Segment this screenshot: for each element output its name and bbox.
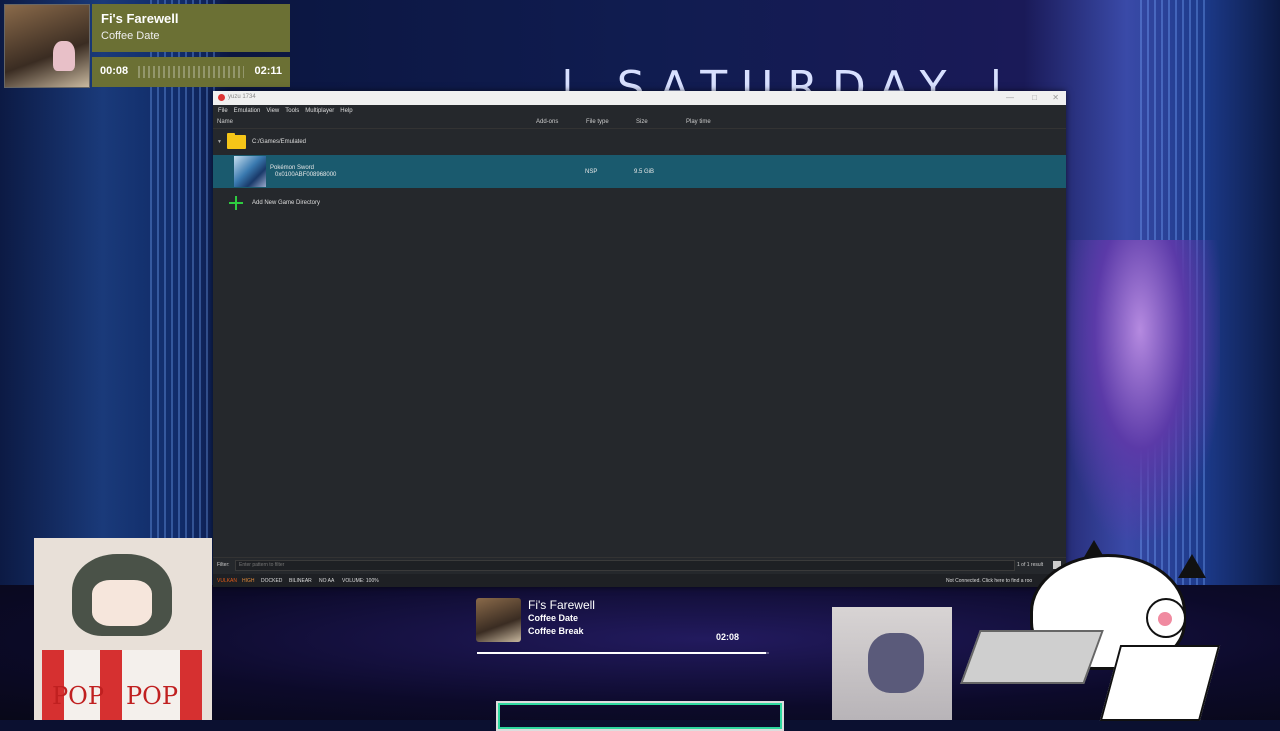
status-api[interactable]: VULKAN [217,578,237,584]
bottom-song-line2: Coffee Break [528,626,584,636]
bottom-song-time: 02:08 [716,632,740,642]
folder-icon [227,133,246,149]
directory-path: C:/Games/Emulated [252,139,307,145]
cat-paw-icon [1146,598,1186,638]
bottom-progress-bar [477,652,769,654]
game-filetype: NSP [585,169,598,175]
maximize-button[interactable]: □ [1032,93,1037,102]
keyboard-icon [1099,645,1221,721]
game-title-id: 0x0100ABF008968000 [275,172,337,178]
yuzu-window: yuzu 1734 — □ ✕ File Emulation View Tool… [213,91,1066,587]
now-playing-card: Fi's Farewell Coffee Date [92,4,290,52]
game-directory-row[interactable]: ▼ C:/Games/Emulated [213,131,1066,153]
chevron-down-icon[interactable]: ▼ [217,139,222,145]
popcorn-mascot: POP POP [34,538,212,720]
game-name: Pokémon Sword [270,165,315,171]
mascot-face [92,580,152,626]
menu-tools[interactable]: Tools [285,105,303,117]
column-size[interactable]: Size [636,119,648,125]
current-time: 00:08 [100,65,129,77]
filter-input[interactable]: Enter pattern to filter [235,560,1015,571]
game-list-header: Name Add-ons File type Size Play time [213,117,1066,129]
add-game-directory-row[interactable]: Add New Game Directory [213,193,1066,211]
plus-icon [229,196,243,210]
now-playing-widget: Fi's Farewell Coffee Date 00:08 02:11 [4,4,290,90]
bucket-stripe [180,650,202,720]
menu-bar: File Emulation View Tools Multiplayer He… [213,105,1066,117]
song-title: Fi's Farewell [101,11,179,26]
total-time: 02:11 [254,65,282,77]
status-aa[interactable]: NO AA [319,578,334,584]
album-art [4,4,90,88]
yuzu-app-icon [218,94,225,101]
column-addons[interactable]: Add-ons [536,119,558,125]
song-artist: Coffee Date [101,30,160,42]
popcorn-label-right: POP [126,682,178,710]
bongo-cat [950,540,1221,721]
add-directory-label: Add New Game Directory [252,200,321,206]
game-size: 9.5 GiB [634,169,655,175]
menu-view[interactable]: View [266,105,283,117]
mouse-pad-icon [960,630,1104,684]
status-accuracy[interactable]: HIGH [242,578,255,584]
filter-label: Filter: [217,562,230,568]
minimize-button[interactable]: — [1006,93,1014,102]
game-row-pokemon-sword[interactable]: Pokémon Sword 0x0100ABF008968000 NSP 9.5… [213,155,1066,188]
filter-bar: Filter: Enter pattern to filter 1 of 1 r… [213,557,1066,572]
city-window-glow [1060,240,1220,540]
bottom-album-art [476,598,521,642]
status-filter[interactable]: BILINEAR [289,578,312,584]
bottom-frame [496,701,784,731]
avatar-cam [832,607,952,720]
bottom-song-title: Fi's Farewell [528,598,595,612]
status-volume[interactable]: VOLUME: 100% [342,578,379,584]
avatar-head [868,633,924,693]
status-bar: VULKAN HIGH DOCKED BILINEAR NO AA VOLUME… [213,574,1066,587]
cat-ear [1178,554,1206,578]
now-playing-timebar: 00:08 02:11 [92,57,290,87]
menu-help[interactable]: Help [340,105,356,117]
game-cover-icon [234,156,266,187]
status-dock[interactable]: DOCKED [261,578,282,584]
menu-emulation[interactable]: Emulation [234,105,265,117]
column-playtime[interactable]: Play time [686,119,711,125]
menu-file[interactable]: File [218,105,232,117]
menu-multiplayer[interactable]: Multiplayer [305,105,338,117]
window-title: yuzu 1734 [228,94,256,100]
close-button[interactable]: ✕ [1052,93,1059,102]
bottom-song-line1: Coffee Date [528,613,579,623]
waveform-icon [138,66,244,78]
column-filetype[interactable]: File type [586,119,609,125]
column-name[interactable]: Name [217,119,233,125]
title-bar[interactable]: yuzu 1734 — □ ✕ [213,91,1066,105]
popcorn-label-left: POP [52,682,104,710]
